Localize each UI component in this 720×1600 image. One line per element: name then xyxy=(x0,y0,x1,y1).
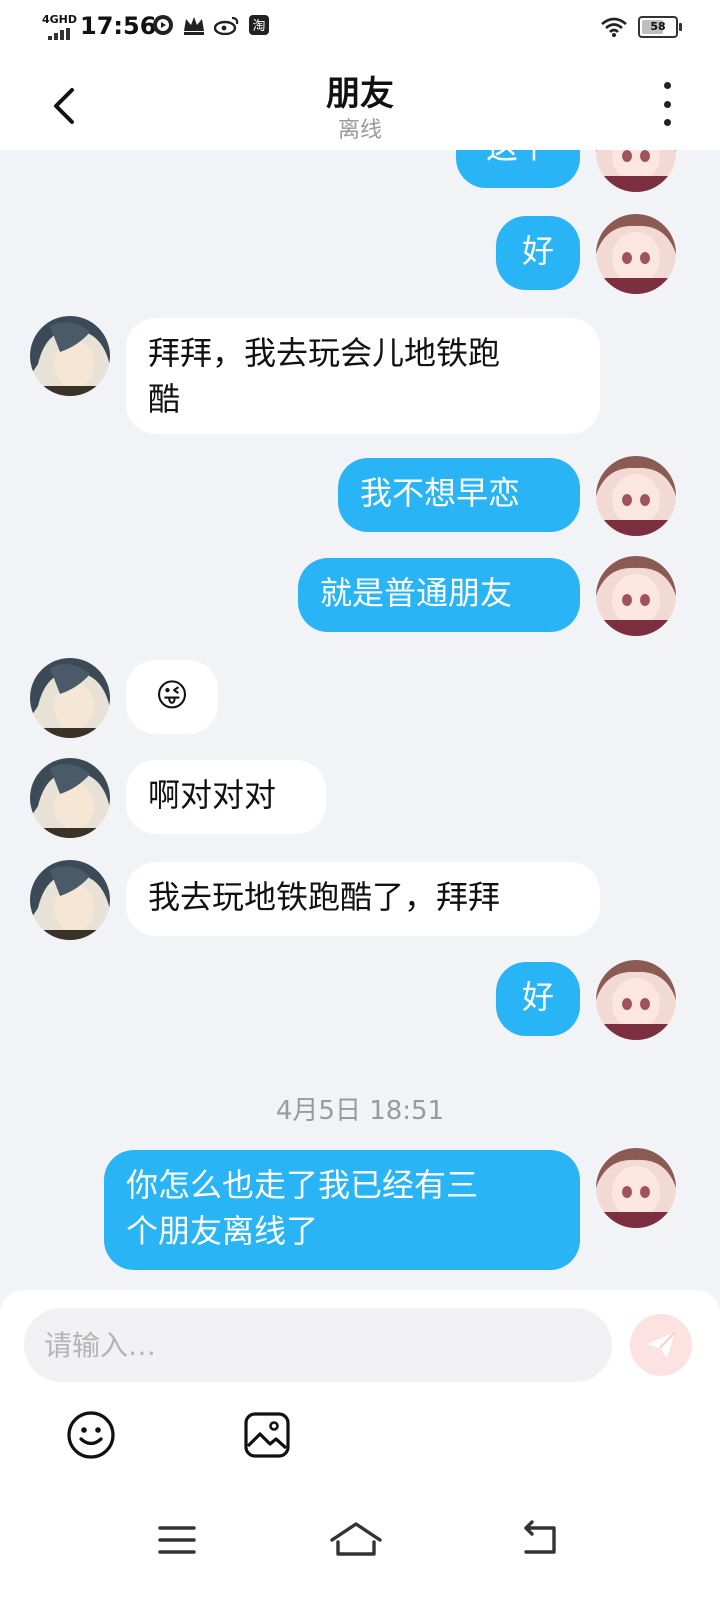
weibo-icon xyxy=(214,16,239,35)
message-bubble-sent[interactable]: 我不想早恋 xyxy=(338,458,580,532)
winking-tongue-emoji: 😜 xyxy=(155,676,189,714)
message-bubble-sent[interactable]: 就是普通朋友 xyxy=(298,558,580,632)
home-nav-button[interactable] xyxy=(326,1518,386,1562)
friend-avatar[interactable] xyxy=(30,316,110,396)
more-options-button[interactable] xyxy=(652,82,682,126)
anime-boy-avatar-icon xyxy=(30,758,110,838)
anime-girl-avatar-icon xyxy=(596,456,676,536)
anime-boy-avatar-icon xyxy=(30,316,110,396)
friend-avatar[interactable] xyxy=(30,758,110,838)
status-bar: 4GHD 17:56 淘 58 xyxy=(0,0,720,56)
menu-icon xyxy=(158,1526,196,1554)
image-icon xyxy=(244,1412,290,1458)
friend-avatar[interactable] xyxy=(30,860,110,940)
my-avatar[interactable] xyxy=(596,456,676,536)
message-bubble-sent[interactable]: 好 xyxy=(496,216,580,290)
message-list[interactable]: 这个 好 拜拜，我去玩会儿地铁跑 酷 我不想早恋 就是普通朋友 😜 啊对对对 我… xyxy=(0,150,720,1290)
message-timestamp: 4月5日 18:51 xyxy=(275,1096,445,1126)
message-bubble-received[interactable]: 😜 xyxy=(126,660,218,734)
play-icon xyxy=(153,15,173,35)
svg-text:淘: 淘 xyxy=(252,19,265,34)
chat-header: 朋友 离线 xyxy=(0,56,720,150)
signal-icon xyxy=(48,28,70,40)
message-bubble-sent[interactable]: 你怎么也走了我已经有三 个朋友离线了 xyxy=(104,1150,580,1270)
friend-avatar[interactable] xyxy=(30,658,110,738)
anime-girl-avatar-icon xyxy=(596,150,676,192)
my-avatar[interactable] xyxy=(596,960,676,1040)
image-button[interactable] xyxy=(240,1408,294,1462)
return-icon xyxy=(524,1520,556,1554)
network-type: 4GHD xyxy=(42,13,78,26)
my-avatar[interactable] xyxy=(596,214,676,294)
back-nav-button[interactable] xyxy=(514,1518,564,1562)
emoji-button[interactable] xyxy=(64,1408,118,1462)
message-input[interactable] xyxy=(24,1308,612,1382)
taobao-icon: 淘 xyxy=(249,15,269,35)
message-bubble-sent[interactable]: 这个 xyxy=(456,150,580,188)
battery-icon: 58 xyxy=(638,16,682,38)
message-bubble-received[interactable]: 我去玩地铁跑酷了，拜拜 xyxy=(126,862,600,936)
battery-level: 58 xyxy=(650,20,666,33)
message-bubble-received[interactable]: 拜拜，我去玩会儿地铁跑 酷 xyxy=(126,318,600,434)
wifi-icon xyxy=(601,17,627,37)
home-icon xyxy=(330,1522,382,1556)
my-avatar[interactable] xyxy=(596,556,676,636)
message-bubble-received[interactable]: 啊对对对 xyxy=(126,760,326,834)
anime-girl-avatar-icon xyxy=(596,960,676,1040)
crown-icon xyxy=(184,17,204,35)
status-time: 17:56 xyxy=(80,12,157,40)
anime-boy-avatar-icon xyxy=(30,658,110,738)
anime-girl-avatar-icon xyxy=(596,556,676,636)
smiley-icon xyxy=(67,1411,115,1459)
send-button[interactable] xyxy=(630,1314,692,1376)
anime-girl-avatar-icon xyxy=(596,1148,676,1228)
my-avatar[interactable] xyxy=(596,1148,676,1228)
contact-status: 离线 xyxy=(337,118,382,143)
message-bubble-sent[interactable]: 好 xyxy=(496,962,580,1036)
chat-title: 朋友 xyxy=(326,74,394,114)
anime-girl-avatar-icon xyxy=(596,214,676,294)
menu-nav-button[interactable] xyxy=(152,1518,202,1562)
anime-boy-avatar-icon xyxy=(30,860,110,940)
system-nav-bar xyxy=(0,1490,720,1600)
paper-plane-icon xyxy=(647,1331,676,1358)
my-avatar[interactable] xyxy=(596,150,676,192)
